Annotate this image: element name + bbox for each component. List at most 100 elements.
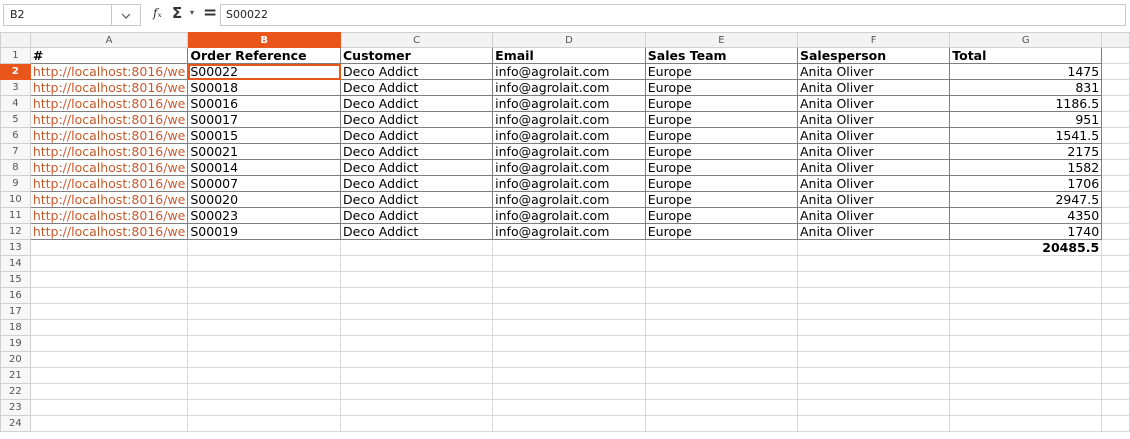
- cell[interactable]: [492, 255, 646, 272]
- sales-team-cell[interactable]: Europe: [644, 63, 798, 80]
- cell[interactable]: [949, 399, 1103, 416]
- order-reference-cell[interactable]: S00014: [187, 159, 341, 176]
- link-cell[interactable]: http://localhost:8016/we: [29, 175, 189, 192]
- row-header[interactable]: 10: [0, 191, 31, 208]
- sales-team-cell[interactable]: Europe: [644, 223, 798, 240]
- row-header[interactable]: 13: [0, 239, 31, 256]
- cell[interactable]: [492, 335, 646, 352]
- row-header[interactable]: 1: [0, 47, 31, 64]
- column-header-e[interactable]: E: [644, 32, 798, 48]
- cell[interactable]: [339, 239, 494, 256]
- column-header-f[interactable]: F: [796, 32, 951, 48]
- cell[interactable]: [644, 255, 798, 272]
- cell[interactable]: [1101, 159, 1130, 176]
- header-cell-email[interactable]: Email: [492, 47, 646, 64]
- cell[interactable]: [339, 367, 494, 384]
- cell[interactable]: [949, 255, 1103, 272]
- link-cell[interactable]: http://localhost:8016/we: [29, 63, 189, 80]
- cell[interactable]: [796, 399, 951, 416]
- email-cell[interactable]: info@agrolait.com: [492, 191, 646, 208]
- column-header-g[interactable]: G: [949, 32, 1103, 48]
- sales-team-cell[interactable]: Europe: [644, 79, 798, 96]
- cell[interactable]: [492, 367, 646, 384]
- row-header[interactable]: 22: [0, 383, 31, 400]
- total-cell[interactable]: 1541.5: [949, 127, 1103, 144]
- cell[interactable]: [1101, 287, 1130, 304]
- cell[interactable]: [796, 415, 951, 432]
- cell[interactable]: [1101, 79, 1130, 96]
- row-header[interactable]: 4: [0, 95, 31, 112]
- row-header[interactable]: 16: [0, 287, 31, 304]
- cell[interactable]: [949, 319, 1103, 336]
- cell[interactable]: [796, 287, 951, 304]
- cell[interactable]: [949, 415, 1103, 432]
- total-cell[interactable]: 831: [949, 79, 1103, 96]
- row-header[interactable]: 7: [0, 143, 31, 160]
- link-cell[interactable]: http://localhost:8016/we: [29, 159, 189, 176]
- cell[interactable]: [796, 351, 951, 368]
- cell[interactable]: [949, 287, 1103, 304]
- cell[interactable]: [29, 319, 189, 336]
- total-cell[interactable]: 1475: [949, 63, 1103, 80]
- cell[interactable]: [187, 303, 341, 320]
- order-reference-cell[interactable]: S00018: [187, 79, 341, 96]
- cell[interactable]: [949, 367, 1103, 384]
- cell[interactable]: [644, 383, 798, 400]
- salesperson-cell[interactable]: Anita Oliver: [796, 143, 951, 160]
- cell[interactable]: [1101, 191, 1130, 208]
- total-cell[interactable]: 1740: [949, 223, 1103, 240]
- cell[interactable]: [1101, 95, 1130, 112]
- cell[interactable]: [29, 399, 189, 416]
- name-box-dropdown[interactable]: [111, 4, 141, 26]
- cell[interactable]: [1101, 63, 1130, 80]
- email-cell[interactable]: info@agrolait.com: [492, 207, 646, 224]
- cell[interactable]: [339, 399, 494, 416]
- email-cell[interactable]: info@agrolait.com: [492, 63, 646, 80]
- customer-cell[interactable]: Deco Addict: [339, 223, 494, 240]
- link-cell[interactable]: http://localhost:8016/we: [29, 111, 189, 128]
- cell[interactable]: [1101, 399, 1130, 416]
- email-cell[interactable]: info@agrolait.com: [492, 223, 646, 240]
- cell[interactable]: [187, 239, 341, 256]
- header-cell-sales-team[interactable]: Sales Team: [644, 47, 798, 64]
- customer-cell[interactable]: Deco Addict: [339, 127, 494, 144]
- sales-team-cell[interactable]: Europe: [644, 111, 798, 128]
- row-header[interactable]: 20: [0, 351, 31, 368]
- cell[interactable]: [187, 415, 341, 432]
- cell[interactable]: [796, 239, 951, 256]
- order-reference-cell[interactable]: S00019: [187, 223, 341, 240]
- cell[interactable]: [644, 239, 798, 256]
- link-cell[interactable]: http://localhost:8016/we: [29, 127, 189, 144]
- name-box[interactable]: B2: [3, 4, 111, 26]
- salesperson-cell[interactable]: Anita Oliver: [796, 111, 951, 128]
- salesperson-cell[interactable]: Anita Oliver: [796, 63, 951, 80]
- sales-team-cell[interactable]: Europe: [644, 191, 798, 208]
- cell[interactable]: [29, 271, 189, 288]
- cell[interactable]: [644, 303, 798, 320]
- row-header[interactable]: 11: [0, 207, 31, 224]
- cell[interactable]: [1101, 47, 1130, 64]
- cell[interactable]: [187, 319, 341, 336]
- cell[interactable]: [796, 303, 951, 320]
- row-header[interactable]: 6: [0, 127, 31, 144]
- cell[interactable]: [1101, 383, 1130, 400]
- cell[interactable]: [1101, 351, 1130, 368]
- cell[interactable]: [796, 319, 951, 336]
- cell[interactable]: [1101, 175, 1130, 192]
- total-cell[interactable]: 2175: [949, 143, 1103, 160]
- cell[interactable]: [339, 303, 494, 320]
- cell[interactable]: [1101, 143, 1130, 160]
- cell[interactable]: [644, 335, 798, 352]
- header-cell-number[interactable]: #: [29, 47, 189, 64]
- row-header[interactable]: 2: [0, 63, 31, 80]
- link-cell[interactable]: http://localhost:8016/we: [29, 143, 189, 160]
- order-reference-cell[interactable]: S00021: [187, 143, 341, 160]
- salesperson-cell[interactable]: Anita Oliver: [796, 127, 951, 144]
- cell[interactable]: [29, 255, 189, 272]
- cell[interactable]: [796, 335, 951, 352]
- cell[interactable]: [187, 255, 341, 272]
- email-cell[interactable]: info@agrolait.com: [492, 111, 646, 128]
- cell[interactable]: [492, 399, 646, 416]
- row-header[interactable]: 3: [0, 79, 31, 96]
- formula-input[interactable]: S00022: [220, 4, 1126, 26]
